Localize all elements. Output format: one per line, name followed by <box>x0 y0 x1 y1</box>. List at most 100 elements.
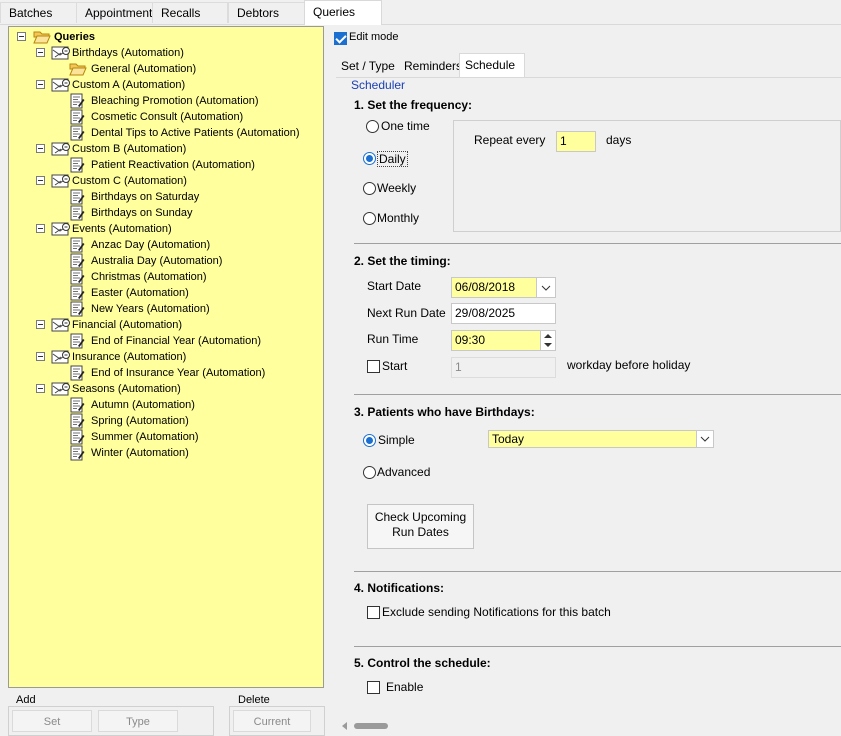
tab-queries[interactable]: Queries <box>304 0 382 25</box>
tree-group-label: Custom C (Automation) <box>72 175 187 187</box>
edit-mode-checkbox[interactable] <box>334 32 347 45</box>
tree-item-label: Anzac Day (Automation) <box>91 239 211 251</box>
enable-checkbox[interactable] <box>367 681 380 694</box>
one-time-label: One time <box>381 119 430 133</box>
spinner-icon[interactable] <box>540 331 555 350</box>
chevron-down-icon[interactable] <box>536 278 555 297</box>
start-checkbox[interactable] <box>367 360 380 373</box>
next-run-label: Next Run Date <box>367 306 446 320</box>
query-edit-icon <box>69 397 87 413</box>
query-edit-icon <box>69 125 87 141</box>
run-time-field[interactable]: 09:30 <box>451 330 556 351</box>
chevron-down-icon[interactable] <box>696 431 713 447</box>
patients-heading: 3. Patients who have Birthdays: <box>354 405 535 419</box>
next-run-field[interactable]: 29/08/2025 <box>451 303 556 324</box>
tree-item-label: End of Financial Year (Automation) <box>91 335 261 347</box>
frequency-heading: 1. Set the frequency: <box>354 98 473 112</box>
tab-reminders[interactable]: Reminders <box>399 55 467 77</box>
query-tree[interactable]: Queries Birthdays (Automation) General (Au… <box>8 26 324 688</box>
collapse-icon[interactable] <box>36 144 45 153</box>
query-edit-icon <box>69 285 87 301</box>
workday-label: workday before holiday <box>567 358 691 372</box>
add-type-button[interactable]: Type <box>98 710 178 732</box>
run-time-label: Run Time <box>367 332 419 346</box>
tab-debtors[interactable]: Debtors <box>228 2 306 23</box>
tree-group-label: Insurance (Automation) <box>72 351 187 363</box>
radio-one-time[interactable] <box>366 120 379 133</box>
simple-select[interactable]: Today <box>488 430 714 448</box>
divider <box>354 571 841 572</box>
query-edit-icon <box>69 205 87 221</box>
enable-label: Enable <box>386 680 424 694</box>
tree-item-label: Patient Reactivation (Automation) <box>91 159 255 171</box>
tree-group-label: Custom B (Automation) <box>72 143 187 155</box>
batch-group-icon <box>51 381 70 397</box>
tab-schedule[interactable]: Schedule <box>459 53 525 78</box>
radio-simple[interactable] <box>363 434 376 447</box>
add-set-button[interactable]: Set <box>12 710 92 732</box>
query-edit-icon <box>69 365 87 381</box>
tree-item-label: General (Automation) <box>91 63 197 75</box>
batch-group-icon <box>51 173 70 189</box>
scheduler-title: Scheduler <box>351 78 406 92</box>
start-date-field[interactable]: 06/08/2018 <box>451 277 556 298</box>
radio-daily[interactable] <box>363 152 376 165</box>
top-tab-bar: Batches Appointments Recalls Debtors Que… <box>0 0 841 25</box>
delete-group-title: Delete <box>236 694 272 706</box>
repeat-every-input[interactable]: 1 <box>556 131 596 152</box>
collapse-icon[interactable] <box>36 352 45 361</box>
folder-open-icon <box>69 61 87 77</box>
tree-item-label: Bleaching Promotion (Automation) <box>91 95 259 107</box>
radio-advanced[interactable] <box>363 466 376 479</box>
batch-group-icon <box>51 141 70 157</box>
collapse-icon[interactable] <box>17 32 26 41</box>
collapse-icon[interactable] <box>36 176 45 185</box>
check-upcoming-line1: Check Upcoming <box>374 510 467 524</box>
radio-weekly[interactable] <box>363 182 376 195</box>
start-days-field[interactable]: 1 <box>451 357 556 378</box>
radio-monthly[interactable] <box>363 212 376 225</box>
tree-item-label: Autumn (Automation) <box>91 399 195 411</box>
check-upcoming-line2: Run Dates <box>392 525 449 539</box>
tab-recalls[interactable]: Recalls <box>152 2 228 23</box>
collapse-icon[interactable] <box>36 320 45 329</box>
folder-open-icon <box>33 29 51 45</box>
tree-item-label: Dental Tips to Active Patients (Automati… <box>91 127 300 139</box>
tree-item-label: Winter (Automation) <box>91 447 189 459</box>
query-edit-icon <box>69 237 87 253</box>
tree-item-label: Easter (Automation) <box>91 287 189 299</box>
exclude-notifications-label: Exclude sending Notifications for this b… <box>382 605 611 619</box>
tab-appointments[interactable]: Appointments <box>76 2 158 23</box>
control-heading: 5. Control the schedule: <box>354 656 491 670</box>
batch-group-icon <box>51 221 70 237</box>
tree-item-label: Summer (Automation) <box>91 431 199 443</box>
weekly-label: Weekly <box>377 181 417 195</box>
scrollbar-thumb[interactable] <box>354 723 388 729</box>
exclude-notifications-checkbox[interactable] <box>367 606 380 619</box>
tree-item-label: Birthdays on Saturday <box>91 191 200 203</box>
collapse-icon[interactable] <box>36 80 45 89</box>
advanced-label: Advanced <box>377 465 431 479</box>
edit-mode-label: Edit mode <box>349 31 399 43</box>
collapse-icon[interactable] <box>36 48 45 57</box>
check-upcoming-button[interactable]: Check Upcoming Run Dates <box>367 504 474 549</box>
timing-heading: 2. Set the timing: <box>354 254 451 268</box>
collapse-icon[interactable] <box>36 224 45 233</box>
batch-group-icon <box>51 45 70 61</box>
batch-group-icon <box>51 77 70 93</box>
query-edit-icon <box>69 429 87 445</box>
query-edit-icon <box>69 269 87 285</box>
delete-current-button[interactable]: Current <box>233 710 311 732</box>
horizontal-scrollbar[interactable] <box>336 719 841 733</box>
tab-set-type[interactable]: Set / Type <box>336 55 400 77</box>
tree-item-label: Christmas (Automation) <box>91 271 207 283</box>
tree-root-label: Queries <box>54 31 95 43</box>
start-label: Start <box>382 359 408 373</box>
repeat-unit-label: days <box>606 133 632 147</box>
tab-batches[interactable]: Batches <box>0 2 78 23</box>
tree-item-label: End of Insurance Year (Automation) <box>91 367 266 379</box>
tree-group-label: Financial (Automation) <box>72 319 183 331</box>
collapse-icon[interactable] <box>36 384 45 393</box>
query-edit-icon <box>69 253 87 269</box>
daily-label: Daily <box>377 151 408 167</box>
